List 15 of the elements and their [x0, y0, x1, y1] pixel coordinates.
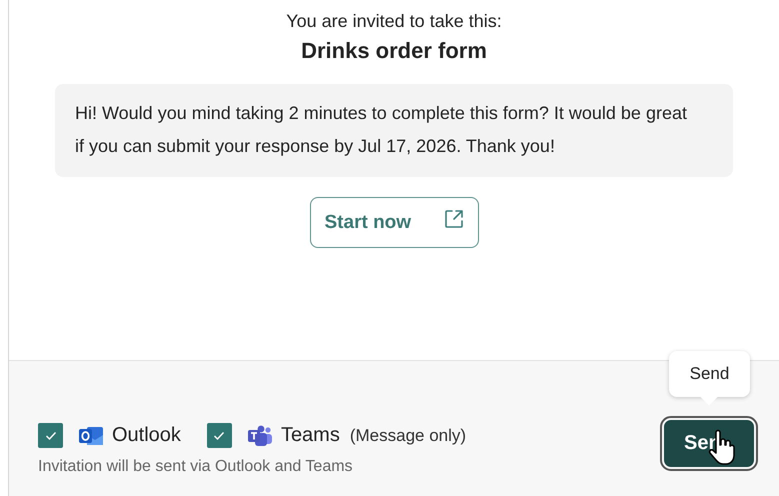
- invite-message: Hi! Would you mind taking 2 minutes to complete this form? It would be great if you can submit your response by Jul 17, 2026. Thank you!: [55, 84, 733, 177]
- channel-label: Outlook: [112, 424, 181, 447]
- check-icon: [44, 430, 56, 440]
- start-now-button[interactable]: Start now: [310, 197, 478, 248]
- channel-note: (Message only): [350, 426, 466, 446]
- checkbox[interactable]: [38, 423, 63, 448]
- external-link-icon: [442, 208, 464, 230]
- form-title: Drinks order form: [301, 37, 487, 65]
- channel-label: Teams: [280, 424, 340, 447]
- send-tooltip: Send: [669, 351, 750, 397]
- invite-intro: You are invited to take this:: [286, 10, 502, 33]
- teams-icon: [246, 424, 273, 448]
- invitation-hint: Invitation will be sent via Outlook and Teams: [38, 458, 354, 476]
- check-icon: [213, 430, 226, 440]
- checkbox[interactable]: [206, 423, 232, 448]
